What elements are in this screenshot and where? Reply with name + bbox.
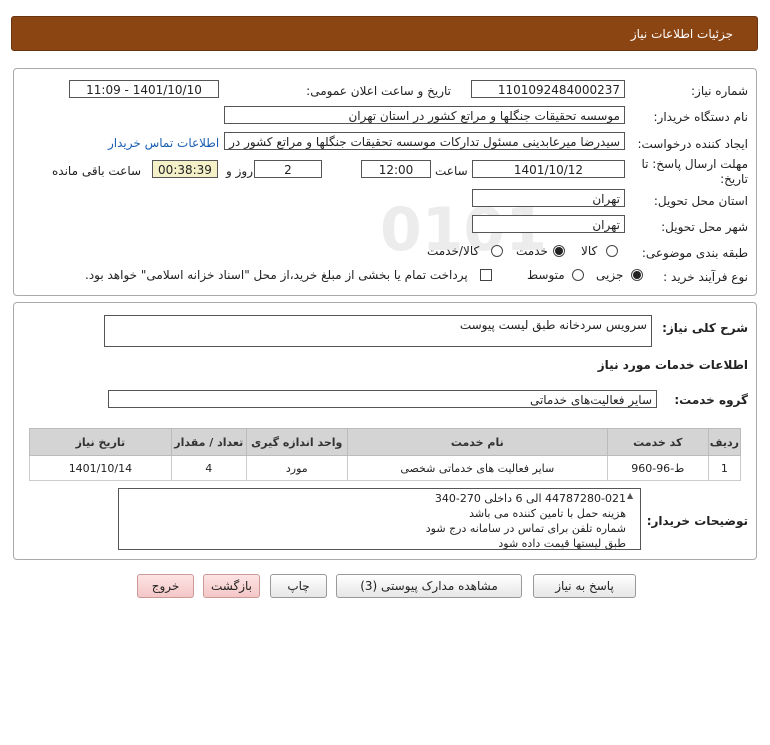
days-label: روز و xyxy=(226,164,253,178)
remaining-label: ساعت باقی مانده xyxy=(52,164,142,178)
cell-need-date: 1401/10/14 xyxy=(29,455,172,481)
cell-service-name: سایر فعالیت های خدماتی شخصی xyxy=(346,455,608,481)
page-title: جزئیات اطلاعات نیاز xyxy=(630,27,733,41)
buyer-notes-box[interactable]: 44787280-021 الی 6 داخلی 270-340 هزینه ح… xyxy=(118,488,641,550)
category-service-radio[interactable] xyxy=(553,245,565,257)
col-need-date: تاریخ نیاز xyxy=(29,428,172,456)
treasury-payment-checkbox[interactable] xyxy=(480,269,492,281)
deadline-time-label: ساعت xyxy=(435,164,468,178)
process-label: نوع فرآیند خرید : xyxy=(663,270,748,284)
creator-label: ایجاد کننده درخواست: xyxy=(637,137,748,151)
city-field: تهران xyxy=(472,215,625,233)
treasury-payment-note: پرداخت تمام یا بخشی از مبلغ خرید،از محل … xyxy=(85,268,468,282)
category-goods-radio[interactable] xyxy=(606,245,618,257)
need-number-label: شماره نیاز: xyxy=(691,84,748,98)
buyer-note-line: 44787280-021 الی 6 داخلی 270-340 xyxy=(434,492,626,505)
category-service-label: خدمت xyxy=(516,244,548,258)
scroll-up-icon[interactable]: ▲ xyxy=(627,491,633,500)
col-quantity: تعداد / مقدار xyxy=(170,428,247,456)
buyer-note-line: شماره تلفن برای تماس در سامانه درج شود xyxy=(425,522,626,535)
print-button[interactable]: چاپ xyxy=(270,574,327,598)
buyer-note-line: هزینه حمل با تامین کننده می باشد xyxy=(469,507,626,520)
announce-label: تاریخ و ساعت اعلان عمومی: xyxy=(306,84,451,98)
category-goods-label: کالا xyxy=(581,244,598,258)
creator-field: سیدرضا میرعابدینی مسئول تدارکات موسسه تح… xyxy=(224,132,625,150)
need-info-panel xyxy=(13,68,757,296)
buyer-contact-link[interactable]: اطلاعات تماس خریدار xyxy=(108,136,219,150)
deadline-date-field: 1401/10/12 xyxy=(472,160,625,178)
reply-button[interactable]: پاسخ به نیاز xyxy=(533,574,636,598)
attachments-button[interactable]: مشاهده مدارک پیوستی (3) xyxy=(336,574,522,598)
category-goods-service-label: کالا/خدمت xyxy=(427,244,480,258)
deadline-label-1: مهلت ارسال پاسخ: تا xyxy=(641,157,748,171)
cell-service-code: ط-96-960 xyxy=(606,455,709,481)
summary-label: شرح کلی نیاز: xyxy=(662,321,748,335)
process-minor-radio[interactable] xyxy=(631,269,643,281)
table-row: 1 ط-96-960 سایر فعالیت های خدماتی شخصی م… xyxy=(29,455,742,481)
col-service-name: نام خدمت xyxy=(346,428,608,456)
province-label: استان محل تحویل: xyxy=(653,194,748,208)
page-header: جزئیات اطلاعات نیاز xyxy=(11,16,758,51)
process-medium-radio[interactable] xyxy=(572,269,584,281)
col-row-number: ردیف xyxy=(707,428,742,456)
buyer-org-label: نام دستگاه خریدار: xyxy=(653,110,749,124)
deadline-time-field: 12:00 xyxy=(361,160,431,178)
table-header-row: ردیف کد خدمت نام خدمت واحد اندازه گیری ت… xyxy=(29,428,742,456)
city-label: شهر محل تحویل: xyxy=(661,220,748,234)
exit-button[interactable]: خروج xyxy=(137,574,194,598)
services-table: ردیف کد خدمت نام خدمت واحد اندازه گیری ت… xyxy=(29,428,742,481)
remaining-time-field: 00:38:39 xyxy=(152,160,218,178)
province-field: تهران xyxy=(472,189,625,207)
deadline-label-2: تاریخ: xyxy=(720,172,748,186)
buyer-notes-label: توضیحات خریدار: xyxy=(646,514,748,528)
summary-field: سرویس سردخانه طبق لیست پیوست xyxy=(104,315,652,347)
col-unit: واحد اندازه گیری xyxy=(245,428,348,456)
process-minor-label: جزیی xyxy=(596,268,624,282)
buyer-org-field: موسسه تحقیقات جنگلها و مراتع کشور در است… xyxy=(224,106,625,124)
service-group-field: سایر فعالیت‌های خدماتی xyxy=(108,390,657,408)
cell-row-number: 1 xyxy=(707,455,742,481)
announce-datetime-field: 1401/10/10 - 11:09 xyxy=(69,80,219,98)
process-medium-label: متوسط xyxy=(527,268,565,282)
category-goods-service-radio[interactable] xyxy=(491,245,503,257)
remaining-days-field: 2 xyxy=(254,160,322,178)
back-button[interactable]: بازگشت xyxy=(203,574,260,598)
category-label: طبقه بندی موضوعی: xyxy=(641,246,748,260)
services-title: اطلاعات خدمات مورد نیاز xyxy=(597,358,748,372)
cell-unit: مورد xyxy=(245,455,348,481)
need-number-field: 1101092484000237 xyxy=(471,80,625,98)
col-service-code: کد خدمت xyxy=(606,428,709,456)
service-group-label: گروه خدمت: xyxy=(674,393,748,407)
cell-quantity: 4 xyxy=(170,455,247,481)
buyer-note-line: طبق لیستها قیمت داده شود xyxy=(498,537,626,550)
